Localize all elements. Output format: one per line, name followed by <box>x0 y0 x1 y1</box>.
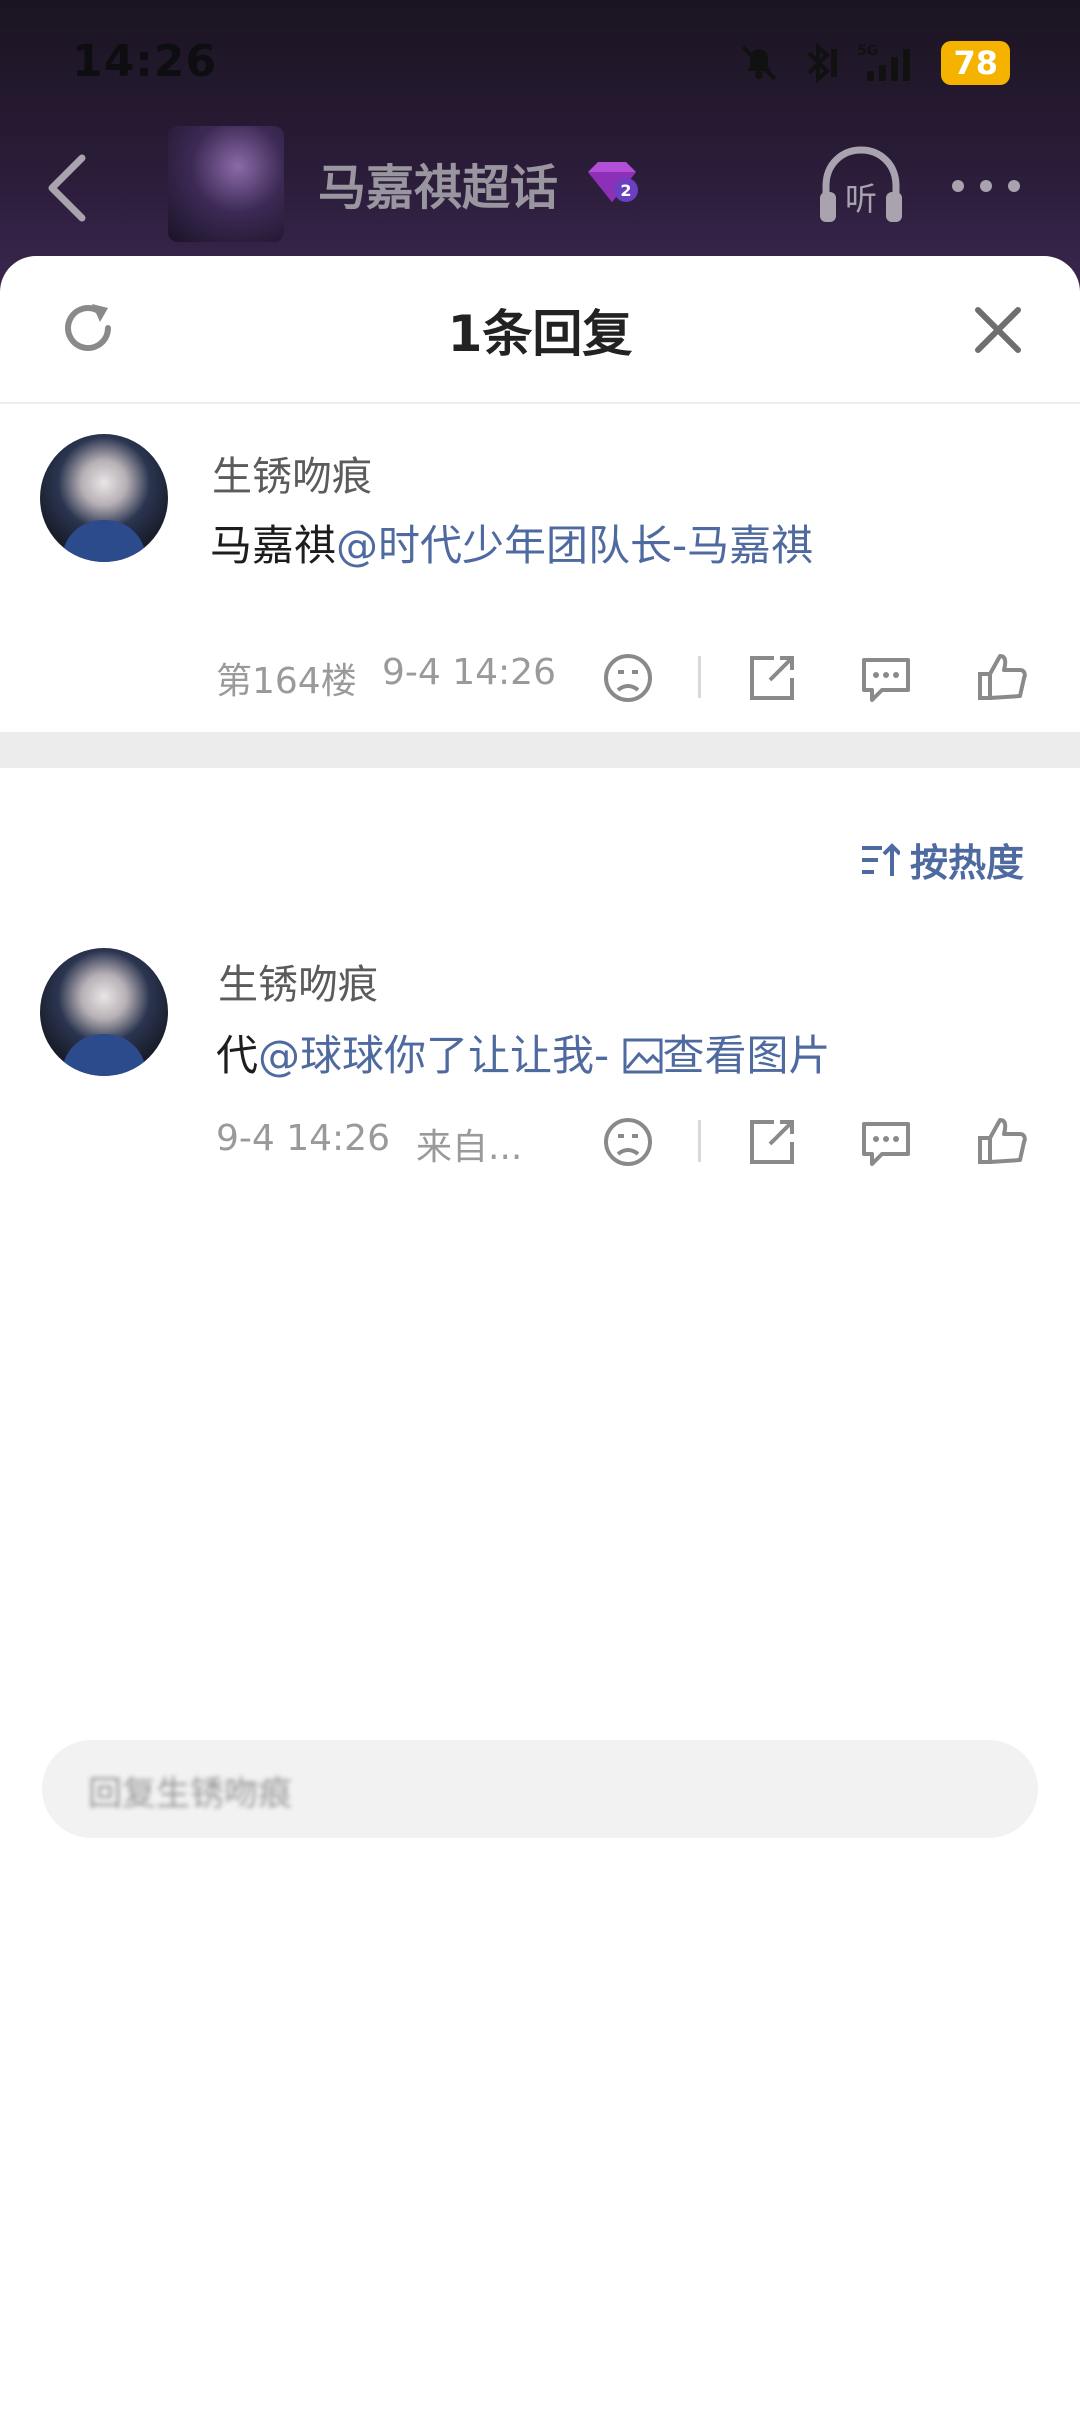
sort-by-hot-button[interactable]: 按热度 <box>860 832 1024 887</box>
dislike-face-icon[interactable] <box>600 1114 656 1170</box>
close-icon <box>975 307 1021 353</box>
listen-button[interactable]: 听 <box>814 140 908 234</box>
reply-sheet: 1条回复 生锈吻痕 马嘉祺@时代少年团队长-马嘉祺 第164楼 9-4 14:2… <box>0 256 1080 2412</box>
view-image-link[interactable]: 查看图片 <box>623 1031 831 1080</box>
topic-level-gem-icon: 2 <box>582 160 642 206</box>
dislike-face-icon[interactable] <box>600 650 656 706</box>
comment-time: 9-4 14:26 <box>382 652 556 693</box>
comment-text: 马嘉祺@时代少年团队长-马嘉祺 <box>210 512 813 573</box>
comment-icon[interactable] <box>858 650 914 706</box>
topic-title[interactable]: 马嘉祺超话 <box>318 148 558 218</box>
reply-mention-link[interactable]: @球球你了让让我- <box>258 1031 609 1080</box>
reply-input-placeholder: 回复生锈吻痕 <box>88 1774 292 1814</box>
svg-text:5G: 5G <box>857 43 878 59</box>
reply-text: 代@球球你了让让我- 查看图片 <box>216 1022 831 1083</box>
reply-username[interactable]: 生锈吻痕 <box>218 952 378 1010</box>
like-thumb-icon[interactable] <box>974 1114 1030 1170</box>
avatar[interactable] <box>40 434 168 562</box>
back-button[interactable] <box>38 148 98 228</box>
sort-icon <box>861 842 900 876</box>
svg-text:听: 听 <box>845 180 877 218</box>
comment-icon[interactable] <box>858 1114 914 1170</box>
topic-cover-image[interactable] <box>168 126 284 242</box>
comment-username[interactable]: 生锈吻痕 <box>212 444 372 502</box>
image-icon <box>623 1038 663 1074</box>
sheet-title: 1条回复 <box>447 305 633 363</box>
divider <box>698 656 701 698</box>
signal-5g-icon: 5G <box>857 43 911 81</box>
mute-bell-icon <box>742 45 777 81</box>
sort-label: 按热度 <box>909 841 1024 885</box>
comment-mention-link[interactable]: @时代少年团队长-马嘉祺 <box>336 521 813 570</box>
comment-text-prefix: 马嘉祺 <box>210 521 337 570</box>
headphone-icon: 听 <box>820 146 902 222</box>
reply-input[interactable]: 回复生锈吻痕 <box>42 1740 1038 1838</box>
reply-source: 来自... <box>416 1127 523 1168</box>
comment-floor: 第164楼 <box>216 661 357 702</box>
like-thumb-icon[interactable] <box>974 650 1030 706</box>
status-time: 14:26 <box>72 36 218 87</box>
status-bar: 14:26 5G 78 <box>0 0 1080 120</box>
status-icons: 5G 78 <box>737 38 1010 88</box>
share-icon[interactable] <box>744 1114 800 1170</box>
reply-text-prefix: 代 <box>216 1031 259 1080</box>
svg-text:2: 2 <box>620 181 631 200</box>
view-image-label: 查看图片 <box>662 1031 831 1080</box>
bluetooth-icon <box>808 42 838 84</box>
battery-indicator: 78 <box>941 41 1010 85</box>
section-separator <box>0 732 1080 768</box>
avatar[interactable] <box>40 948 168 1076</box>
more-options-button[interactable] <box>946 168 1026 204</box>
topic-navbar: 马嘉祺超话 2 听 <box>0 120 1080 250</box>
close-button[interactable] <box>968 300 1028 360</box>
divider <box>698 1120 701 1162</box>
sheet-header: 1条回复 <box>0 256 1080 404</box>
share-icon[interactable] <box>744 650 800 706</box>
more-dots-icon <box>952 180 1020 192</box>
reply-time: 9-4 14:26 <box>216 1118 390 1159</box>
chevron-left-icon <box>48 154 86 222</box>
